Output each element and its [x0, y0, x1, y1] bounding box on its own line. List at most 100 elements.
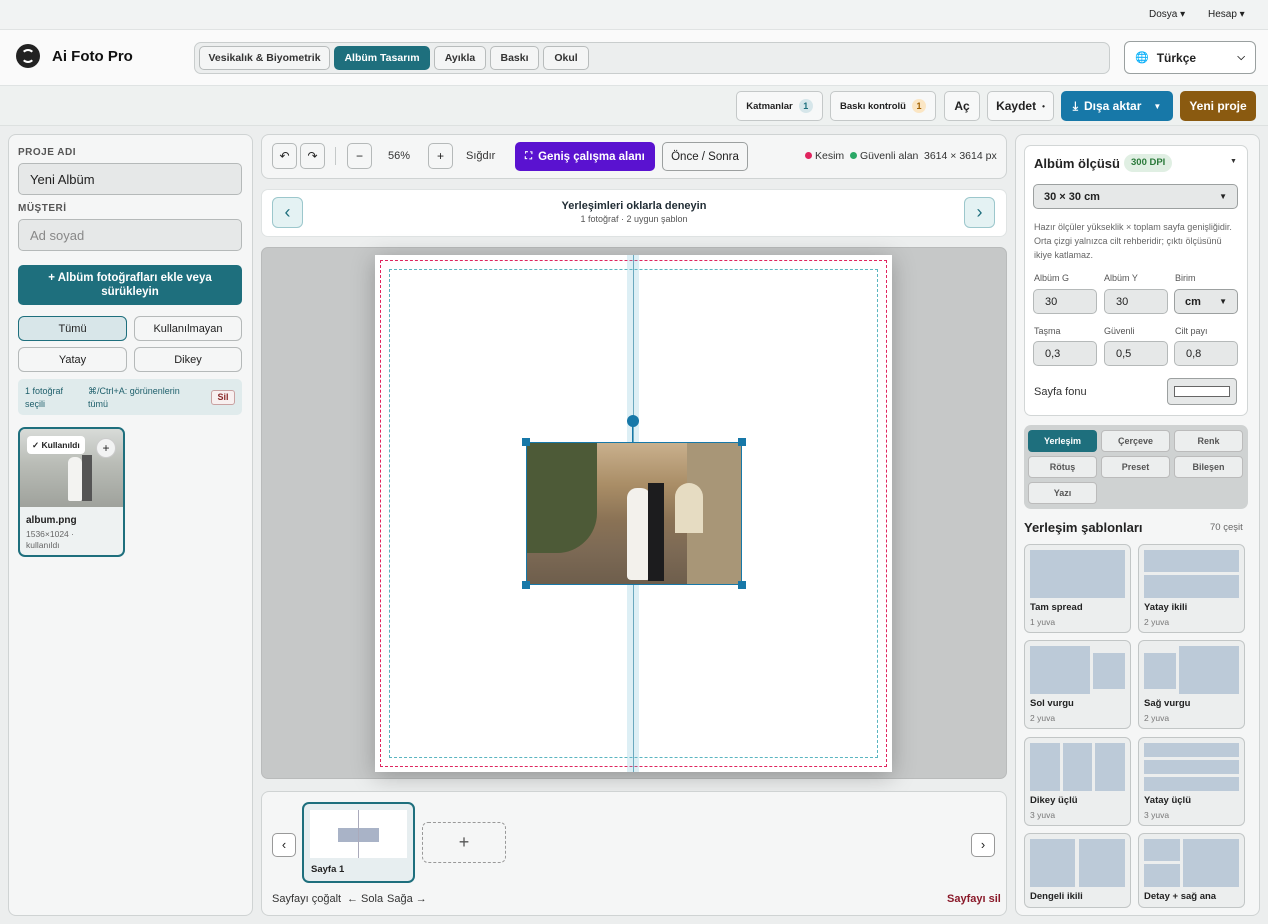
filter-all[interactable]: Tümü — [18, 316, 127, 341]
expand-icon: ⛶ — [525, 151, 533, 162]
safe-label: Güvenli — [1104, 326, 1135, 336]
project-name-label: PROJE ADI — [18, 147, 77, 158]
tool-tab-retouch[interactable]: Rötuş — [1028, 456, 1097, 478]
file-menu[interactable]: Dosya ▾ — [1149, 9, 1185, 20]
album-size-title: Albüm ölçüsü — [1034, 156, 1120, 171]
unit-select[interactable]: cm ▼ — [1174, 289, 1238, 314]
placed-photo[interactable] — [526, 442, 742, 585]
next-layout-button[interactable]: › — [964, 197, 995, 228]
canvas-size: 3614 × 3614 px — [924, 150, 997, 162]
resize-handle-br[interactable] — [738, 581, 746, 589]
wide-workspace-button[interactable]: ⛶ Geniş çalışma alanı — [515, 142, 655, 171]
client-input[interactable]: Ad soyad — [18, 219, 242, 251]
duplicate-page-button[interactable]: Sayfayı çoğalt — [272, 893, 341, 905]
photo-filename: album.png — [26, 515, 77, 526]
redo-button[interactable]: ↷ — [300, 143, 325, 169]
tab-print[interactable]: Baskı — [490, 46, 539, 70]
tab-cull[interactable]: Ayıkla — [434, 46, 486, 70]
undo-button[interactable]: ↶ — [272, 143, 297, 169]
chevron-down-icon: ⌵ — [1237, 52, 1245, 63]
zoom-out-button[interactable]: − — [347, 143, 372, 169]
tool-tab-text[interactable]: Yazı — [1028, 482, 1097, 504]
fit-button[interactable]: Sığdır — [466, 150, 495, 162]
save-button[interactable]: Kaydet • — [987, 91, 1054, 121]
template-detail-right-main[interactable]: Detay + sağ ana — [1138, 833, 1245, 908]
filter-landscape[interactable]: Yatay — [18, 347, 127, 372]
print-check-count-badge: 1 — [912, 99, 926, 113]
move-left-button[interactable]: ← Sola — [347, 893, 383, 905]
caret-down-icon: ▼ — [1219, 192, 1227, 201]
zoom-in-button[interactable]: + — [428, 143, 453, 169]
template-full-spread[interactable]: Tam spread 1 yuva — [1024, 544, 1131, 633]
mode-tabs — [194, 42, 1110, 74]
template-slots: 1 yuva — [1030, 617, 1056, 627]
template-name: Tam spread — [1030, 602, 1083, 613]
resize-handle-tr[interactable] — [738, 438, 746, 446]
export-button[interactable]: ⤓ Dışa aktar ▼ — [1061, 91, 1173, 121]
page-background-picker[interactable] — [1167, 378, 1237, 405]
layers-count-badge: 1 — [798, 99, 813, 113]
collapse-caret-icon[interactable]: ▼ — [1230, 158, 1237, 165]
chevron-right-icon: › — [980, 837, 986, 852]
open-button[interactable]: Aç — [944, 91, 980, 121]
language-value: Türkçe — [1156, 50, 1197, 65]
filter-portrait[interactable]: Dikey — [134, 347, 242, 372]
page-thumb-1[interactable]: Sayfa 1 — [302, 802, 415, 883]
layers-label: Katmanlar — [746, 100, 793, 112]
move-right-button[interactable]: Sağa → — [387, 893, 427, 905]
bleed-legend-label: Kesim — [815, 150, 845, 162]
tab-school[interactable]: Okul — [543, 46, 589, 70]
layers-button[interactable]: Katmanlar 1 — [736, 91, 823, 121]
safe-input[interactable]: 0,5 — [1104, 341, 1168, 366]
pages-next-button[interactable]: › — [971, 833, 995, 857]
tool-tab-layout[interactable]: Yerleşim — [1028, 430, 1097, 452]
template-horizontal-pair[interactable]: Yatay ikili 2 yuva — [1138, 544, 1245, 633]
tab-biometric[interactable]: Vesikalık & Biyometrik — [199, 46, 330, 70]
before-after-button[interactable]: Önce / Sonra — [662, 142, 748, 171]
templates-title: Yerleşim şablonları — [1024, 520, 1143, 535]
rotate-handle[interactable] — [627, 415, 639, 427]
bleed-input[interactable]: 0,3 — [1033, 341, 1097, 366]
safe-legend-dot — [850, 152, 857, 159]
gutter-input[interactable]: 0,8 — [1174, 341, 1238, 366]
resize-handle-bl[interactable] — [522, 581, 530, 589]
template-right-focus[interactable]: Sağ vurgu 2 yuva — [1138, 640, 1245, 729]
height-input[interactable]: 30 — [1104, 289, 1168, 314]
template-left-focus[interactable]: Sol vurgu 2 yuva — [1024, 640, 1131, 729]
prev-layout-button[interactable]: ‹ — [272, 197, 303, 228]
template-balanced-pair[interactable]: Dengeli ikili — [1024, 833, 1131, 908]
new-project-button[interactable]: Yeni proje — [1180, 91, 1256, 121]
print-check-button[interactable]: Baskı kontrolü 1 — [830, 91, 936, 121]
template-slots: 3 yuva — [1030, 810, 1056, 820]
template-vertical-triple[interactable]: Dikey üçlü 3 yuva — [1024, 737, 1131, 826]
pages-prev-button[interactable]: ‹ — [272, 833, 296, 857]
album-size-select[interactable]: 30 × 30 cm ▼ — [1033, 184, 1238, 209]
account-menu[interactable]: Hesap ▾ — [1208, 9, 1245, 20]
filter-unused[interactable]: Kullanılmayan — [134, 316, 242, 341]
tab-album-design[interactable]: Albüm Tasarım — [334, 46, 430, 70]
width-input[interactable]: 30 — [1033, 289, 1097, 314]
template-horizontal-triple[interactable]: Yatay üçlü 3 yuva — [1138, 737, 1245, 826]
template-slots: 3 yuva — [1144, 810, 1170, 820]
selection-count: 1 fotoğraf seçili — [25, 386, 64, 409]
top-menu-bar — [0, 0, 1268, 30]
delete-page-button[interactable]: Sayfayı sil — [947, 893, 1001, 905]
caret-down-icon: ▼ — [1219, 297, 1227, 306]
tool-tab-color[interactable]: Renk — [1174, 430, 1243, 452]
tool-tab-component[interactable]: Bileşen — [1174, 456, 1243, 478]
chevron-right-icon: › — [976, 202, 983, 222]
language-select[interactable]: 🌐 Türkçe ⌵ — [1124, 41, 1256, 74]
dot-indicator-icon: • — [1042, 101, 1045, 111]
chevron-left-icon: ‹ — [284, 202, 291, 222]
add-photos-button[interactable]: + Albüm fotoğrafları ekle veya sürükleyi… — [18, 265, 242, 305]
photo-card[interactable]: ✓ Kullanıldı + album.png 1536×1024 · kul… — [18, 427, 125, 557]
project-name-input[interactable]: Yeni Albüm — [18, 163, 242, 195]
template-name: Yatay üçlü — [1144, 795, 1191, 806]
tool-tab-frame[interactable]: Çerçeve — [1101, 430, 1170, 452]
resize-handle-tl[interactable] — [522, 438, 530, 446]
selection-hint: ⌘/Ctrl+A: görünenlerin tümü — [88, 386, 180, 409]
tool-tab-preset[interactable]: Preset — [1101, 456, 1170, 478]
delete-selection-button[interactable]: Sil — [211, 390, 235, 405]
add-page-button[interactable]: + — [422, 822, 506, 863]
add-to-page-button[interactable]: + — [96, 438, 116, 458]
